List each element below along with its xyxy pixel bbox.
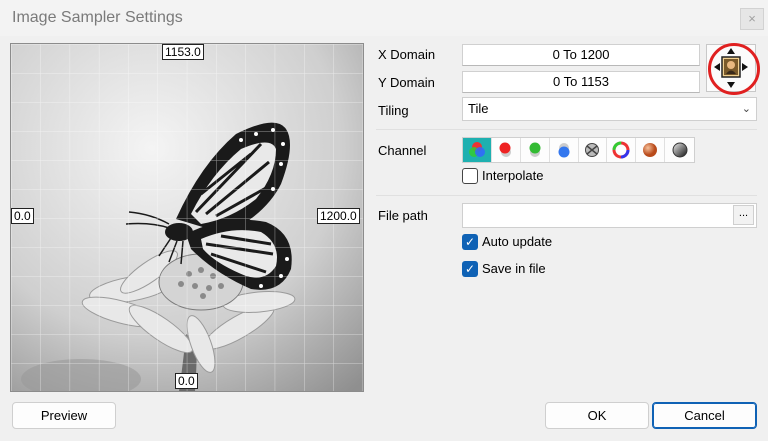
x-domain-field[interactable]: 0 To 1200: [462, 44, 700, 66]
tiling-value: Tile: [468, 101, 489, 116]
rgb-channel-icon: [468, 142, 485, 157]
alpha-channel-icon: [585, 143, 600, 157]
brightness-channel-icon: [672, 142, 688, 158]
alpha-channel-button[interactable]: [579, 138, 608, 162]
y-domain-field[interactable]: 0 To 1153: [462, 71, 700, 93]
file-path-input[interactable]: [462, 203, 757, 228]
tiling-select[interactable]: Tile ⌄: [462, 97, 757, 121]
preview-bottom-label: 0.0: [175, 373, 198, 389]
red-channel-icon: [499, 142, 511, 157]
rgb-channel-button[interactable]: [463, 138, 492, 162]
blue-channel-button[interactable]: [550, 138, 579, 162]
title-bar: Image Sampler Settings ×: [0, 0, 768, 36]
auto-update-label: Auto update: [482, 234, 553, 249]
green-channel-icon: [529, 142, 541, 157]
tiling-label: Tiling: [378, 103, 409, 118]
preview-button[interactable]: Preview: [12, 402, 116, 429]
preview-top-label: 1153.0: [162, 44, 204, 60]
chevron-down-icon: ⌄: [741, 103, 751, 115]
hue-channel-icon: [612, 141, 630, 159]
saturation-channel-button[interactable]: [636, 138, 666, 162]
interpolate-label: Interpolate: [482, 168, 544, 183]
auto-update-checkbox[interactable]: ✓: [462, 234, 478, 250]
butterfly-image: [11, 44, 363, 391]
divider: [376, 129, 757, 130]
browse-button[interactable]: ...: [733, 205, 754, 225]
y-domain-label: Y Domain: [378, 75, 435, 90]
preview-right-label: 1200.0: [317, 208, 360, 224]
saturation-channel-icon: [643, 143, 658, 157]
close-button[interactable]: ×: [740, 8, 764, 30]
blue-channel-icon: [558, 143, 570, 158]
image-preview[interactable]: 1153.0 0.0 0.0 1200.0: [10, 43, 364, 392]
save-in-file-label: Save in file: [482, 261, 546, 276]
ok-button[interactable]: OK: [545, 402, 649, 429]
file-path-label: File path: [378, 208, 428, 223]
highlight-circle: [708, 43, 760, 95]
red-channel-button[interactable]: [492, 138, 521, 162]
divider: [376, 195, 757, 196]
x-domain-label: X Domain: [378, 47, 436, 62]
green-channel-button[interactable]: [521, 138, 550, 162]
save-in-file-checkbox[interactable]: ✓: [462, 261, 478, 277]
hue-channel-button[interactable]: [607, 138, 637, 162]
channel-label: Channel: [378, 143, 427, 158]
channel-selector: [462, 137, 695, 163]
brightness-channel-button[interactable]: [665, 138, 694, 162]
interpolate-checkbox[interactable]: [462, 168, 478, 184]
preview-left-label: 0.0: [11, 208, 34, 224]
cancel-button[interactable]: Cancel: [652, 402, 757, 429]
window-title: Image Sampler Settings: [12, 9, 183, 26]
